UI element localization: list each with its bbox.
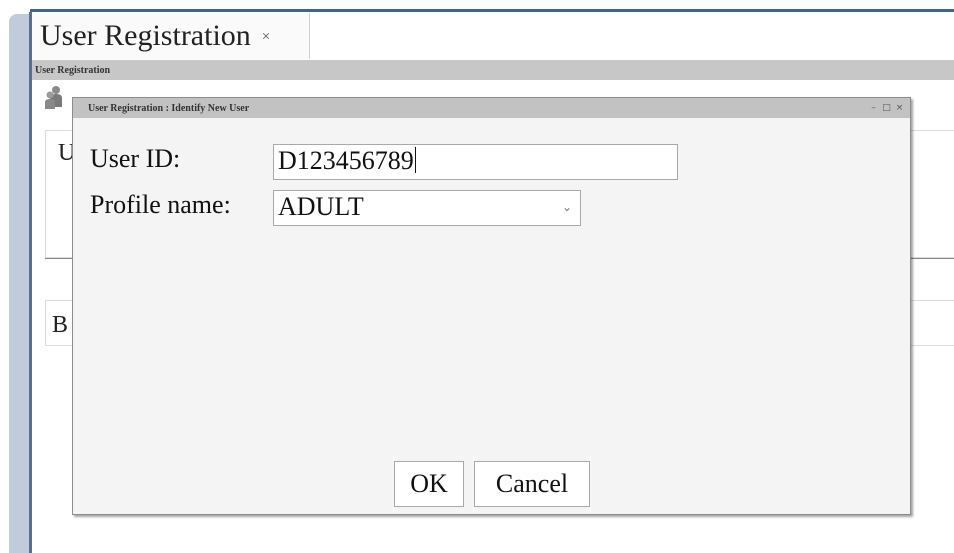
tab-close-icon[interactable]: × <box>262 29 270 46</box>
cancel-button[interactable]: Cancel <box>474 461 590 507</box>
maximize-icon[interactable]: □ <box>880 103 893 113</box>
dialog-title: User Registration : Identify New User <box>88 102 250 114</box>
background-section-label-fragment: B <box>52 312 69 338</box>
user-id-value: D123456789 <box>278 146 414 175</box>
ok-button[interactable]: OK <box>394 461 464 507</box>
close-icon[interactable]: × <box>893 103 906 113</box>
minimize-icon[interactable]: – <box>867 103 880 113</box>
left-navigation-strip <box>9 14 29 553</box>
text-caret <box>414 147 416 173</box>
window-top-border <box>30 9 954 12</box>
dialog-title-bar[interactable]: User Registration : Identify New User – … <box>73 98 910 118</box>
user-group-icon <box>45 86 62 109</box>
breadcrumb: User Registration <box>32 60 954 80</box>
profile-name-select[interactable]: ADULT ⌄ <box>273 190 581 226</box>
profile-name-label: Profile name: <box>90 190 231 219</box>
chevron-down-icon: ⌄ <box>561 200 572 214</box>
identify-new-user-dialog: User Registration : Identify New User – … <box>72 97 911 515</box>
user-id-input[interactable]: D123456789 <box>273 144 678 180</box>
window-controls: – □ × <box>867 103 906 113</box>
tab-label: User Registration <box>40 19 251 52</box>
left-strip-border <box>29 12 32 553</box>
tab-user-registration[interactable]: User Registration × <box>32 13 310 59</box>
user-id-label: User ID: <box>90 144 181 173</box>
profile-name-value: ADULT <box>278 192 364 221</box>
